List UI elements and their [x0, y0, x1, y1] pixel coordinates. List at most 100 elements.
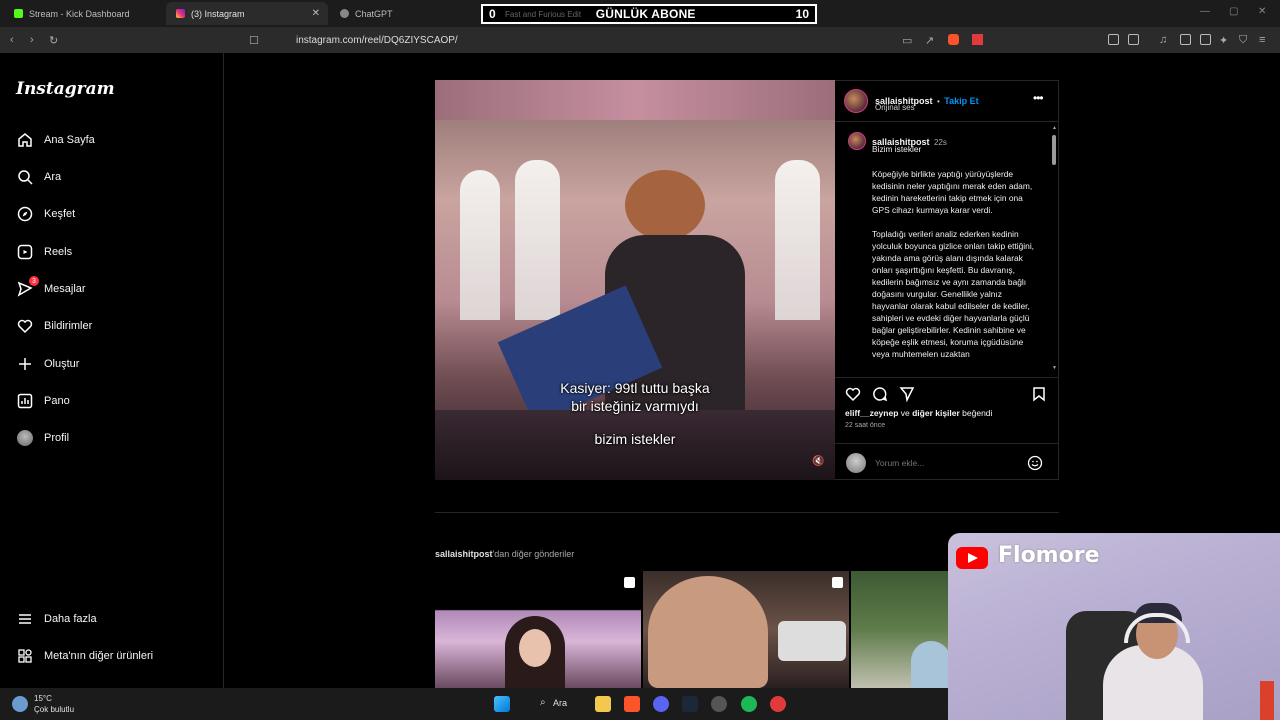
app-icon[interactable] — [770, 696, 786, 712]
overlay-faint-text: Fast and Furious Edit — [505, 9, 582, 19]
share-icon[interactable]: ↗ — [925, 34, 934, 47]
reel-icon — [624, 577, 635, 588]
maximize-icon[interactable]: ▢ — [1229, 6, 1238, 17]
install-icon[interactable]: ▭ — [902, 34, 912, 47]
nav-search[interactable]: Ara — [16, 165, 61, 189]
subscriber-goal-overlay: 0 Fast and Furious Edit GÜNLÜK ABONE 10 — [481, 4, 817, 24]
weather-desc: Çok bulutlu — [34, 705, 75, 714]
nav-home[interactable]: Ana Sayfa — [16, 128, 95, 152]
nav-more[interactable]: Daha fazla — [16, 607, 97, 631]
caption-author-avatar[interactable] — [848, 132, 866, 150]
nav-notifications[interactable]: Bildirimler — [16, 314, 92, 338]
comment-input-row — [835, 443, 1059, 481]
post-thumbnail[interactable] — [435, 571, 641, 688]
subscriber-current: 0 — [489, 7, 496, 21]
tab-kick-dashboard[interactable]: Stream - Kick Dashboard — [4, 2, 164, 25]
emoji-icon[interactable] — [1027, 455, 1043, 471]
spotify-icon[interactable] — [741, 696, 757, 712]
follow-button[interactable]: Takip Et — [944, 96, 978, 106]
minimize-icon[interactable]: — — [1200, 6, 1210, 17]
steam-icon[interactable] — [682, 696, 698, 712]
reel-icon — [832, 577, 843, 588]
weather-widget[interactable]: 15°C Çok bulutlu — [34, 693, 74, 715]
leo-ai-icon[interactable]: ✦ — [1219, 34, 1228, 47]
video-caption-line-3: bizim istekler — [594, 431, 676, 447]
scroll-up-icon[interactable]: ▲ — [1052, 125, 1057, 131]
weather-icon[interactable] — [12, 696, 28, 712]
save-icon[interactable] — [1031, 386, 1047, 402]
post-actions: eliff__zeynep ve diğer kişiler beğendi 2… — [835, 377, 1059, 441]
file-explorer-icon[interactable] — [595, 696, 611, 712]
brave-rewards-icon[interactable] — [972, 34, 983, 45]
obs-icon[interactable] — [711, 696, 727, 712]
author-avatar[interactable] — [844, 89, 868, 113]
nav-explore[interactable]: Keşfet — [16, 202, 75, 226]
mute-icon[interactable]: 🔇 — [812, 456, 824, 467]
bookmark-icon[interactable]: ☐ — [249, 34, 259, 47]
post-thumbnail[interactable] — [851, 571, 948, 688]
nav-meta-products[interactable]: Meta'nın diğer ürünleri — [16, 644, 153, 668]
taskbar-search[interactable]: Ara — [553, 698, 567, 708]
subscriber-target: 10 — [795, 7, 809, 21]
search-icon[interactable]: ⌕ — [540, 697, 546, 708]
separator-dot: • — [936, 97, 940, 106]
more-options-icon[interactable]: ••• — [1033, 91, 1044, 105]
reload-icon[interactable]: ↻ — [49, 34, 58, 47]
nav-label: Reels — [44, 246, 73, 258]
vpn-icon[interactable]: ⛉ — [1239, 34, 1247, 47]
music-icon[interactable]: ♫ — [1159, 34, 1167, 46]
like-icon[interactable] — [845, 386, 861, 402]
more-posts-username[interactable]: sallaishitpost — [435, 549, 493, 559]
forward-icon[interactable]: › — [30, 34, 34, 46]
nav-create[interactable]: Oluştur — [16, 352, 79, 376]
scroll-down-icon[interactable]: ▼ — [1052, 365, 1057, 371]
discord-icon[interactable] — [653, 696, 669, 712]
brave-shield-icon[interactable] — [948, 34, 959, 45]
extensions-icon[interactable] — [1108, 34, 1119, 45]
nav-reels[interactable]: Reels — [16, 240, 72, 264]
webcam-overlay: Flomore — [948, 533, 1280, 720]
brave-icon[interactable] — [624, 696, 640, 712]
audio-label[interactable]: Orijinal ses — [875, 103, 915, 112]
thumbnail-face — [648, 576, 768, 688]
nav-dashboard[interactable]: Pano — [16, 389, 70, 413]
nav-messages[interactable]: 3 Mesajlar — [16, 276, 86, 301]
address-toolbar: ‹ › ↻ ☐ instagram.com/reel/DQ6ZIYSCAOP/ … — [0, 27, 1280, 53]
hamburger-icon — [16, 610, 34, 628]
comment-input[interactable] — [875, 455, 1015, 471]
url-field[interactable]: instagram.com/reel/DQ6ZIYSCAOP/ — [270, 31, 960, 49]
instagram-logo[interactable]: Instagram — [16, 79, 115, 99]
reels-icon — [16, 243, 34, 261]
windows-taskbar: 15°C Çok bulutlu ⌕ Ara — [0, 688, 948, 720]
commenter-avatar — [846, 453, 866, 473]
back-icon[interactable]: ‹ — [10, 34, 14, 46]
more-posts-suffix: 'dan diğer gönderiler — [492, 549, 575, 559]
video-ceiling — [435, 80, 835, 120]
screenshot-icon[interactable] — [1128, 34, 1139, 45]
post-thumbnail[interactable] — [643, 571, 849, 688]
post-timestamp[interactable]: 22 saat önce — [845, 422, 885, 429]
kick-icon — [14, 9, 23, 18]
weather-temp: 15°C — [34, 694, 52, 703]
comment-icon[interactable] — [872, 386, 888, 402]
liked-username[interactable]: eliff__zeynep — [845, 408, 898, 418]
tab-instagram[interactable]: (3) Instagram ✕ — [166, 2, 328, 25]
home-icon — [16, 131, 34, 149]
scroll-thumb[interactable] — [1052, 135, 1056, 165]
windows-start-icon[interactable] — [494, 696, 510, 712]
caption-time: 22s — [933, 138, 947, 147]
liked-others-link[interactable]: diğer kişiler — [912, 408, 960, 418]
tab-chatgpt[interactable]: ChatGPT — [330, 2, 470, 25]
close-tab-icon[interactable]: ✕ — [312, 8, 320, 19]
nav-profile[interactable]: Profil — [16, 426, 69, 450]
sidebar-toggle-icon[interactable] — [1180, 34, 1191, 45]
share-icon[interactable] — [899, 386, 915, 402]
close-window-icon[interactable]: ✕ — [1258, 6, 1266, 17]
tab-label: Stream - Kick Dashboard — [29, 8, 130, 19]
nav-label: Daha fazla — [44, 613, 97, 625]
caption-scrollbar[interactable]: ▲ ▼ — [1051, 125, 1057, 373]
reel-video[interactable]: Kasiyer: 99tl tuttu başka bir isteğiniz … — [435, 80, 835, 480]
menu-icon[interactable]: ≡ — [1259, 34, 1265, 46]
video-caption-line-1: Kasiyer: 99tl tuttu başka — [560, 380, 710, 396]
wallet-icon[interactable] — [1200, 34, 1211, 45]
